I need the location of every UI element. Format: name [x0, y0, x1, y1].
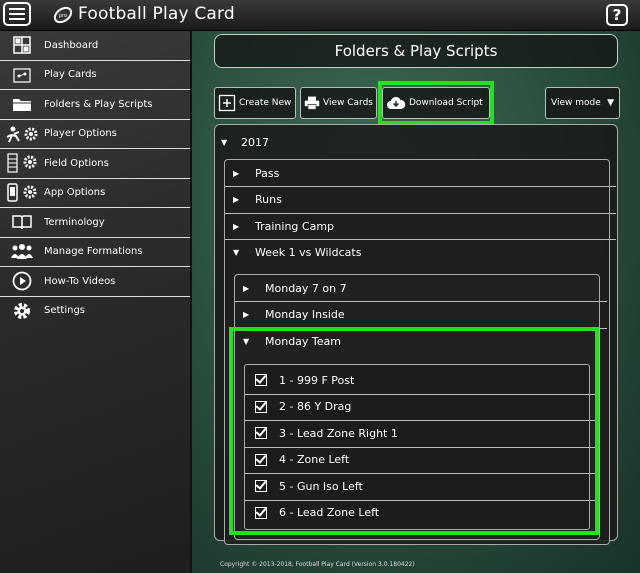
script-label: Monday 7 on 7 [265, 281, 347, 295]
folder-label: Training Camp [255, 219, 335, 233]
checkbox-checked-icon[interactable] [255, 506, 267, 519]
caret-right-icon: ▶ [243, 283, 250, 293]
field-gear-icon [0, 153, 44, 173]
checkbox-checked-icon[interactable] [255, 427, 267, 440]
sidebar-item-play-cards[interactable]: Play Cards [0, 61, 190, 90]
sidebar-item-manage-formations[interactable]: Manage Formations [0, 238, 190, 267]
checkbox-checked-icon[interactable] [255, 453, 267, 466]
folder-label: Pass [255, 166, 280, 180]
folder-icon [0, 95, 44, 113]
view-cards-label: View Cards [323, 98, 373, 108]
sidebar-item-terminology[interactable]: Terminology [0, 208, 190, 238]
sidebar-item-dashboard[interactable]: Dashboard [0, 31, 190, 61]
play-label: 1 - 999 F Post [279, 373, 355, 387]
play-label: 5 - Gun Iso Left [279, 479, 363, 493]
script-label: Monday Team [265, 334, 341, 348]
player-gear-icon [0, 125, 44, 143]
view-mode-label: View mode [551, 98, 601, 108]
sidebar-item-label: Player Options [44, 128, 117, 140]
copyright-text: Copyright © 2013-2018, Football Play Car… [220, 561, 415, 568]
script-row-monday-7-on-7[interactable]: ▶ Monday 7 on 7 [235, 275, 607, 302]
play-circle-icon [0, 271, 44, 291]
folder-label: Week 1 vs Wildcats [255, 246, 362, 259]
caret-down-icon: ▼ [243, 336, 250, 346]
top-bar: pro Football Play Card ? [0, 0, 640, 31]
app-title: Football Play Card [78, 4, 235, 24]
sidebar-item-app-options[interactable]: App Options [0, 179, 190, 208]
folder-row-training-camp[interactable]: ▶ Training Camp [225, 213, 616, 240]
download-script-label: Download Script [409, 98, 483, 108]
sidebar-item-label: Manage Formations [44, 246, 143, 258]
printer-icon [304, 96, 320, 110]
download-script-button[interactable]: Download Script [382, 87, 490, 119]
play-card-icon [0, 66, 44, 84]
folder-year-row[interactable]: ▼ 2017 [221, 130, 269, 154]
sidebar: Dashboard Play Cards Folders & Play Scri… [0, 31, 192, 573]
caret-down-icon: ▼ [221, 137, 228, 147]
checkbox-checked-icon[interactable] [255, 374, 267, 387]
create-new-label: Create New [239, 98, 292, 108]
sidebar-item-field-options[interactable]: Field Options [0, 149, 190, 179]
play-list-panel: 1 - 999 F Post 2 - 86 Y Drag 3 - Lead Zo… [244, 364, 599, 530]
sidebar-item-how-to-videos[interactable]: How-To Videos [0, 267, 190, 297]
caret-right-icon: ▶ [233, 221, 240, 231]
script-label: Monday Inside [265, 308, 345, 321]
checkbox-checked-icon[interactable] [255, 400, 267, 413]
sidebar-item-label: How-To Videos [44, 275, 116, 287]
play-row[interactable]: 1 - 999 F Post [245, 367, 599, 395]
help-button[interactable]: ? [606, 4, 628, 26]
play-label: 3 - Lead Zone Right 1 [279, 426, 398, 440]
grid-icon [0, 36, 44, 54]
play-row[interactable]: 2 - 86 Y Drag [245, 394, 599, 421]
new-document-icon [218, 94, 236, 112]
play-label: 4 - Zone Left [279, 453, 350, 467]
football-logo-icon: pro [53, 6, 73, 24]
menu-icon [9, 8, 25, 10]
folder-year-label: 2017 [241, 135, 269, 149]
script-row-monday-inside[interactable]: ▶ Monday Inside [235, 302, 607, 329]
app-gear-icon [0, 183, 44, 203]
gear-icon [0, 301, 44, 321]
sidebar-item-label: Field Options [44, 157, 109, 169]
play-label: 2 - 86 Y Drag [279, 400, 352, 414]
checkbox-checked-icon[interactable] [255, 480, 267, 493]
play-row[interactable]: 3 - Lead Zone Right 1 [245, 420, 599, 448]
play-row[interactable]: 5 - Gun Iso Left [245, 473, 599, 501]
sidebar-item-player-options[interactable]: Player Options [0, 120, 190, 149]
caret-down-icon: ▼ [233, 248, 240, 257]
main-content: Folders & Play Scripts Create New View C… [192, 31, 640, 573]
caret-right-icon: ▶ [233, 168, 240, 178]
play-row[interactable]: 4 - Zone Left [245, 447, 599, 474]
sidebar-item-label: Terminology [44, 216, 105, 228]
view-mode-dropdown[interactable]: View mode ▼ [545, 87, 620, 119]
folder-row-week-1[interactable]: ▼ Week 1 vs Wildcats [225, 240, 616, 266]
script-row-monday-team[interactable]: ▼ Monday Team [235, 328, 607, 354]
view-cards-button[interactable]: View Cards [300, 87, 377, 119]
sidebar-item-folders-play-scripts[interactable]: Folders & Play Scripts [0, 90, 190, 120]
caret-down-icon: ▼ [607, 98, 614, 108]
team-icon [0, 243, 44, 260]
create-new-button[interactable]: Create New [214, 87, 296, 119]
folder-row-runs[interactable]: ▶ Runs [225, 187, 616, 214]
book-icon [0, 214, 44, 230]
logo-text: pro [59, 13, 67, 19]
sidebar-item-label: Folders & Play Scripts [44, 98, 153, 110]
sidebar-item-label: App Options [44, 187, 106, 199]
folder-label: Runs [255, 193, 282, 206]
cloud-download-icon [387, 96, 406, 109]
caret-right-icon: ▶ [233, 195, 240, 204]
folder-row-pass[interactable]: ▶ Pass [225, 160, 616, 187]
play-row[interactable]: 6 - Lead Zone Left [245, 500, 599, 527]
sidebar-item-label: Dashboard [44, 39, 99, 51]
page-title: Folders & Play Scripts [214, 34, 618, 68]
play-label: 6 - Lead Zone Left [279, 506, 380, 520]
sidebar-item-settings[interactable]: Settings [0, 297, 190, 326]
sidebar-item-label: Settings [44, 305, 86, 317]
sidebar-item-label: Play Cards [44, 69, 97, 81]
caret-right-icon: ▶ [243, 310, 250, 319]
hamburger-menu-button[interactable] [3, 2, 31, 26]
